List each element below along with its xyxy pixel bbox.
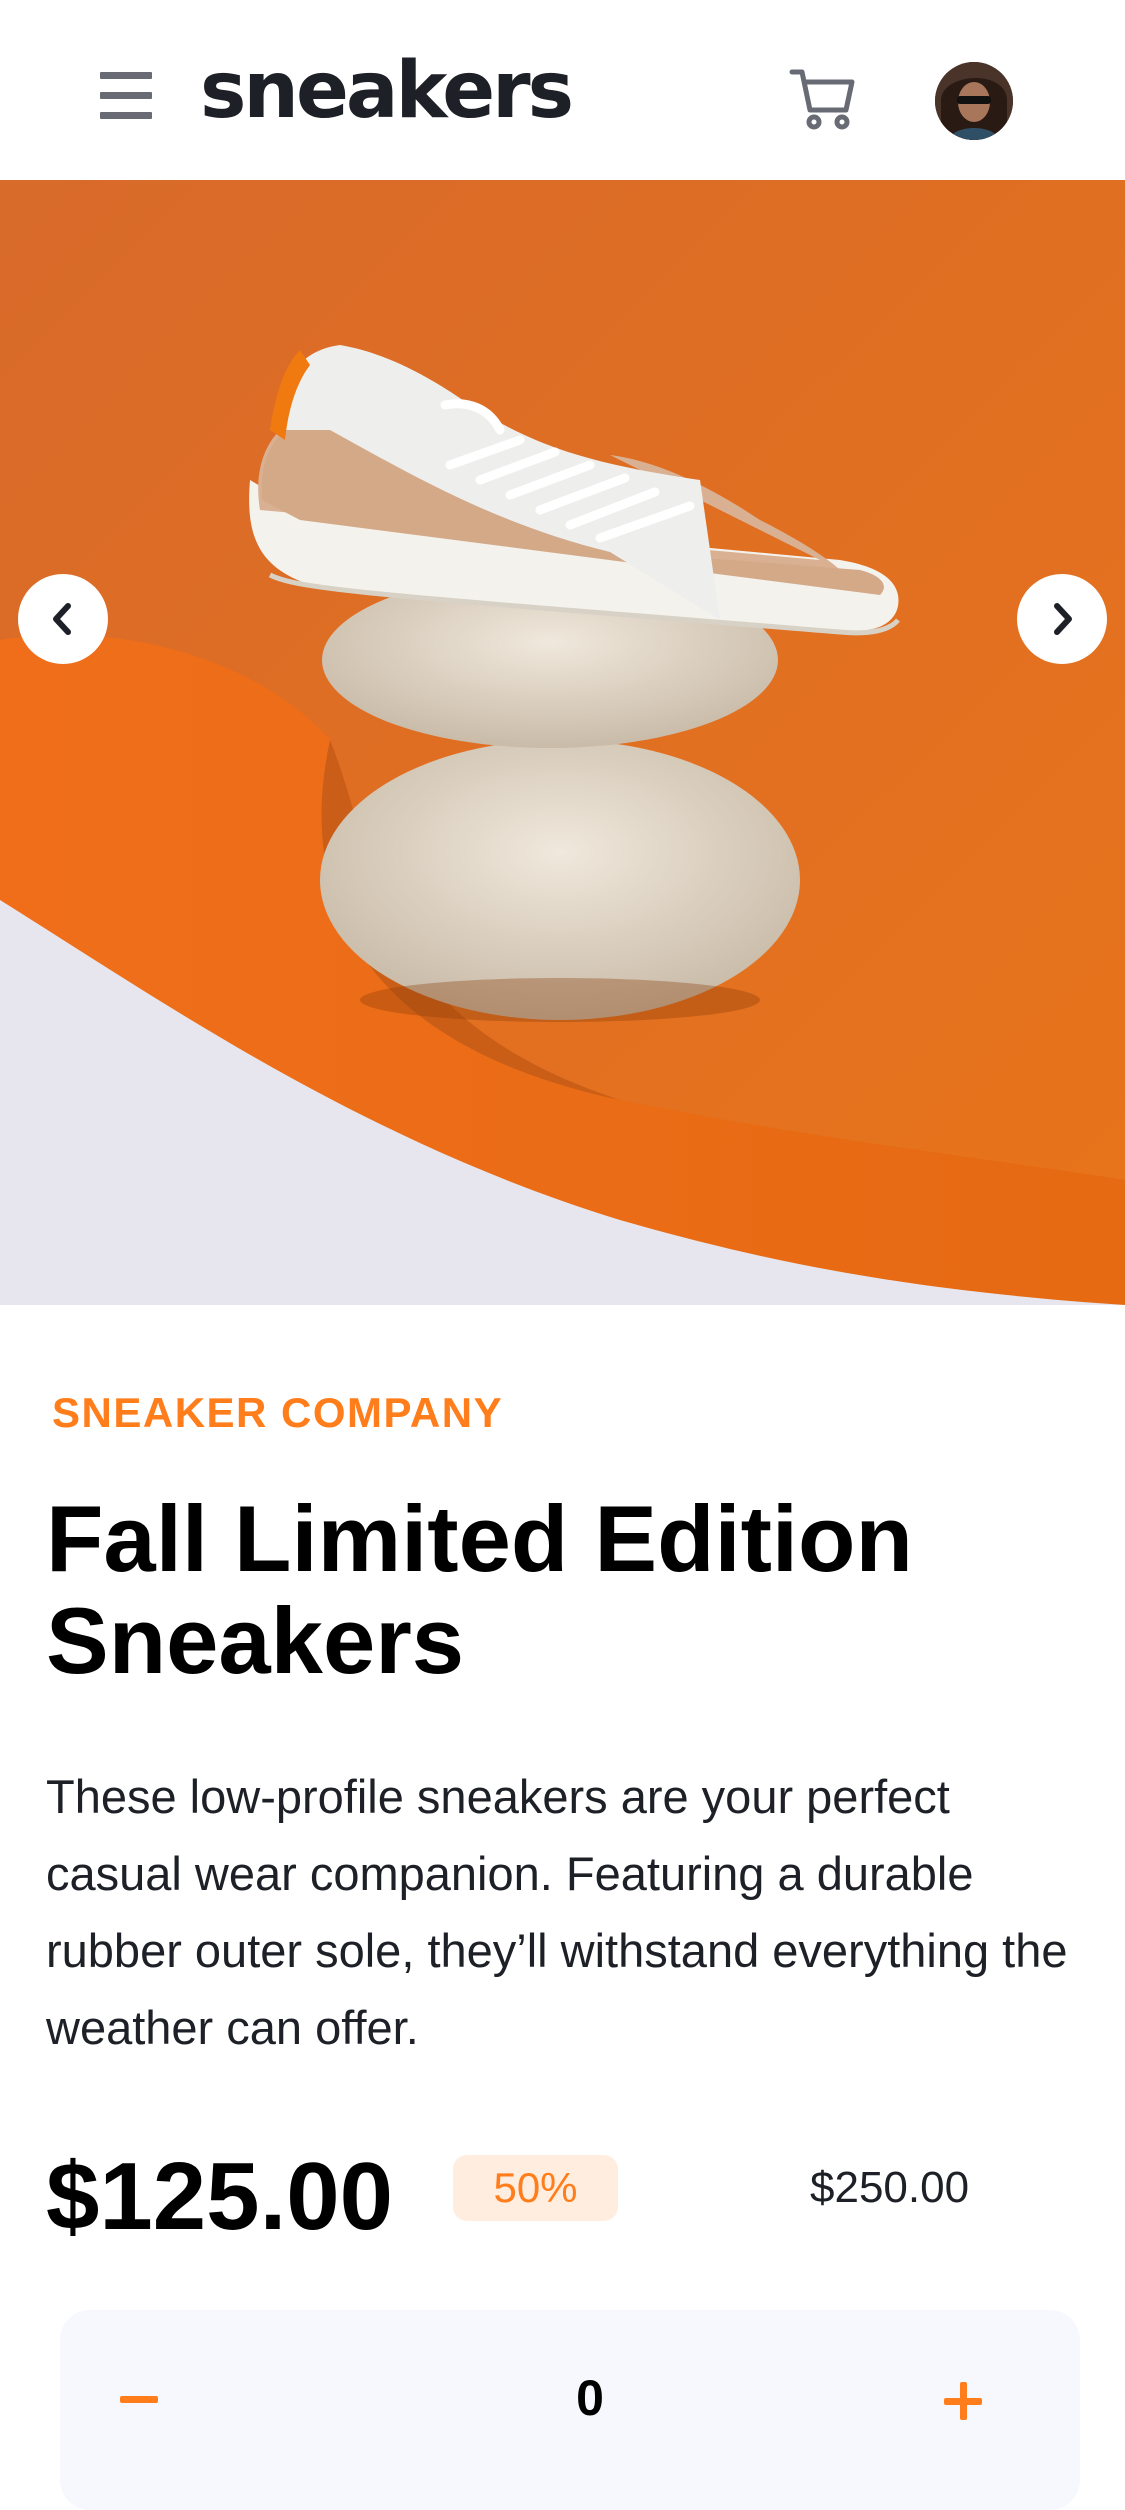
next-image-button[interactable] <box>1017 574 1107 664</box>
increase-quantity-button[interactable] <box>900 2348 1000 2448</box>
top-navbar: sneakers <box>0 0 1125 180</box>
minus-icon <box>120 2396 158 2403</box>
decrease-quantity-button[interactable] <box>100 2348 200 2448</box>
current-price: $125.00 <box>46 2143 394 2250</box>
previous-image-button[interactable] <box>18 574 108 664</box>
product-image <box>0 180 1125 1305</box>
chevron-right-icon <box>1054 603 1072 635</box>
avatar[interactable] <box>935 62 1013 140</box>
quantity-value: 0 <box>576 2370 604 2426</box>
product-description: These low-profile sneakers are your perf… <box>46 1770 1068 2054</box>
original-price: $250.00 <box>810 2163 970 2212</box>
quantity-stepper: 0 <box>60 2310 1080 2510</box>
menu-icon[interactable] <box>100 72 152 120</box>
product-gallery <box>0 180 1125 1305</box>
cart-icon[interactable] <box>788 64 858 134</box>
chevron-left-icon <box>53 603 71 635</box>
company-name: SNEAKER COMPANY <box>52 1389 504 1436</box>
discount-badge: 50% <box>453 2155 618 2221</box>
logo: sneakers <box>200 46 574 136</box>
product-title: Fall Limited Edition Sneakers <box>46 1486 913 1693</box>
